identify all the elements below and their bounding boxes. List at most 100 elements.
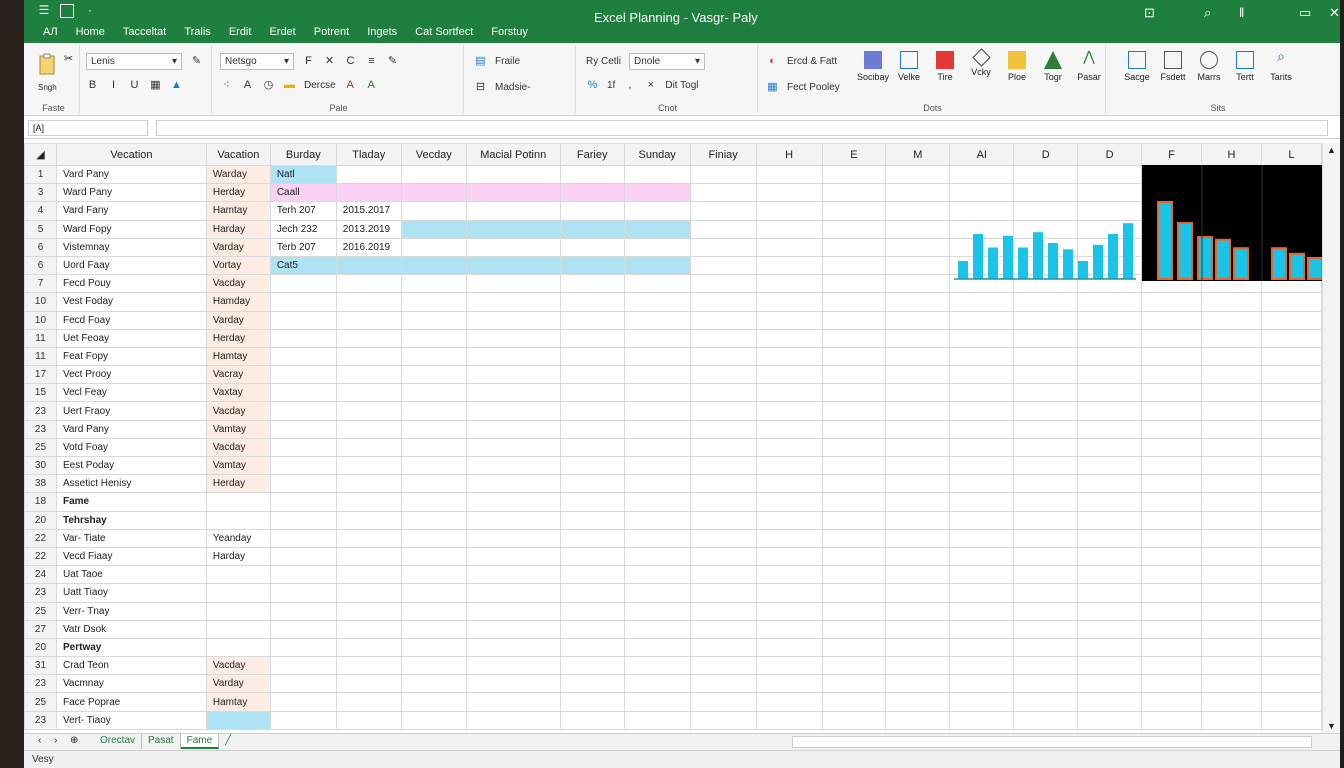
cell[interactable] (885, 492, 951, 512)
cell[interactable] (1260, 619, 1322, 639)
cell[interactable]: Vacday (205, 401, 271, 421)
cell[interactable] (755, 546, 823, 567)
cell[interactable] (949, 510, 1015, 530)
cell[interactable] (949, 637, 1015, 658)
cell[interactable] (949, 383, 1015, 403)
cell[interactable] (1141, 383, 1203, 403)
cell[interactable] (465, 546, 561, 567)
bar-chart-small[interactable] (950, 203, 1138, 281)
row-header[interactable]: 20 (24, 637, 57, 658)
cell[interactable] (1141, 455, 1203, 476)
cell[interactable] (1260, 510, 1322, 530)
cell[interactable] (465, 637, 561, 658)
cut-icon[interactable]: ✂ (62, 53, 75, 66)
cell[interactable] (400, 365, 467, 385)
column-header[interactable]: Finiay (689, 143, 757, 166)
row-header[interactable]: 17 (24, 365, 57, 385)
cell[interactable] (559, 656, 625, 676)
cell[interactable] (1013, 164, 1079, 185)
cell[interactable] (465, 455, 561, 476)
cell[interactable] (465, 565, 561, 585)
cell[interactable] (949, 674, 1015, 694)
cell[interactable]: Fame (55, 492, 207, 512)
cell[interactable] (269, 401, 337, 421)
cell[interactable]: Jech 232 (269, 219, 337, 239)
cell[interactable] (949, 292, 1015, 312)
cell[interactable] (400, 183, 467, 203)
cell[interactable] (1013, 601, 1079, 621)
cell[interactable]: Hamday (205, 292, 271, 312)
cell[interactable] (689, 637, 757, 658)
cell[interactable] (1141, 328, 1203, 348)
cell[interactable] (269, 383, 337, 403)
cell[interactable] (335, 565, 402, 585)
number-format-label[interactable]: Ry Cetli (586, 56, 621, 67)
style-button-1[interactable]: Socibay (856, 51, 890, 82)
cell[interactable] (1141, 510, 1203, 530)
cell[interactable] (949, 656, 1015, 676)
cell[interactable] (335, 474, 402, 494)
cell[interactable] (1260, 310, 1322, 330)
cell[interactable] (821, 492, 887, 512)
cell[interactable] (821, 510, 887, 530)
cell[interactable] (1141, 474, 1203, 494)
cell[interactable] (821, 401, 887, 421)
cell[interactable] (689, 656, 757, 676)
cell[interactable] (400, 583, 467, 603)
cell[interactable] (623, 565, 691, 585)
cell[interactable] (400, 546, 467, 567)
cell[interactable]: Uert Fraoy (55, 401, 207, 421)
cell[interactable] (335, 656, 402, 676)
cell[interactable] (689, 674, 757, 694)
cell[interactable] (689, 583, 757, 603)
row-header[interactable]: 4 (24, 201, 57, 221)
cell[interactable] (1013, 419, 1079, 439)
cell[interactable] (1141, 583, 1203, 603)
row-header[interactable]: 23 (24, 419, 57, 439)
column-header[interactable]: Burday (269, 143, 337, 166)
cell[interactable]: Yeanday (205, 528, 271, 548)
cell[interactable] (269, 656, 337, 676)
cell[interactable] (400, 164, 467, 185)
cell[interactable]: Vacday (205, 656, 271, 676)
strike-icon[interactable]: C (344, 55, 357, 68)
cell[interactable] (755, 237, 823, 257)
tab-insights[interactable]: Ingets (358, 26, 406, 38)
cell[interactable] (400, 656, 467, 676)
row-header[interactable]: 11 (24, 328, 57, 348)
formula-input[interactable] (156, 120, 1328, 136)
cell[interactable] (689, 183, 757, 203)
cell[interactable] (623, 346, 691, 367)
cell[interactable] (1260, 328, 1322, 348)
cell[interactable] (1013, 710, 1079, 730)
cell[interactable] (689, 401, 757, 421)
cell[interactable] (885, 674, 951, 694)
tab-tools[interactable]: Tralis (175, 26, 219, 38)
cell[interactable] (1260, 710, 1322, 730)
cell[interactable] (885, 619, 951, 639)
cell[interactable] (1201, 710, 1262, 730)
sort-icon[interactable]: ≡ (365, 55, 378, 68)
cells-button-2[interactable]: Fsdett (1156, 51, 1190, 82)
cell[interactable] (335, 510, 402, 530)
cell[interactable] (335, 546, 402, 567)
close-icon[interactable]: ✕ (1329, 5, 1340, 21)
cell[interactable] (559, 274, 625, 294)
cell[interactable]: Vest Foday (55, 292, 207, 312)
cell[interactable]: Terh 207 (269, 201, 337, 221)
cell[interactable] (755, 674, 823, 694)
tab-home[interactable]: Home (67, 26, 114, 38)
row-header[interactable]: 7 (24, 274, 57, 294)
cell[interactable] (559, 546, 625, 567)
cell[interactable] (1077, 474, 1143, 494)
minimize-icon[interactable]: ▭ (1299, 5, 1311, 21)
cell[interactable] (400, 437, 467, 458)
cell[interactable]: Feat Fopy (55, 346, 207, 367)
cell[interactable]: Vard Pany (55, 419, 207, 439)
select-all-corner[interactable]: ◢ (24, 143, 57, 166)
row-header[interactable]: 10 (24, 310, 57, 330)
cell[interactable]: Caall (269, 183, 337, 203)
cell[interactable] (689, 419, 757, 439)
column-header[interactable]: L (1260, 143, 1322, 166)
cell[interactable] (1013, 692, 1079, 712)
